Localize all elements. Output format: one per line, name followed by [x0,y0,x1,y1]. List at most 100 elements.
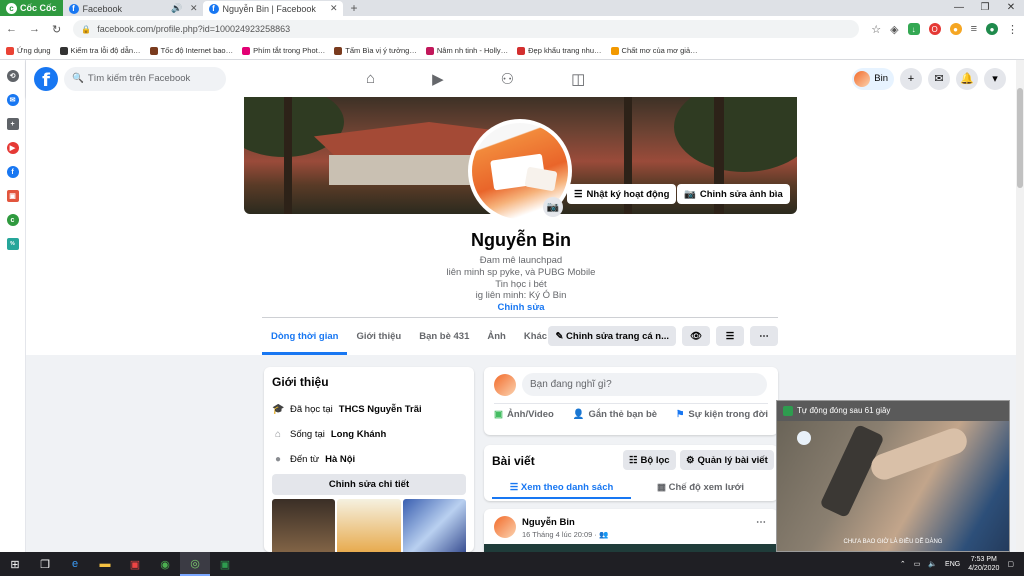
coccoc-menu-button[interactable]: c Cốc Cốc [0,0,63,16]
facebook-icon[interactable]: f [6,166,19,178]
profile-tabs: Dòng thời gian Giới thiệu Bạn bè 431 Ảnh… [262,319,778,355]
close-tab-icon[interactable]: ✕ [190,3,198,14]
shop-icon[interactable]: ▣ [6,190,19,202]
notifications-icon[interactable]: 🔔 [956,67,978,90]
list-view-tab[interactable]: ☰ Xem theo danh sách [492,477,631,499]
coccoc-ext-icon[interactable]: ● [949,23,962,35]
update-photo-camera-icon[interactable]: 📷 [543,197,563,217]
app-icon[interactable]: ▣ [120,552,150,576]
chevron-up-icon[interactable]: ⌃ [900,560,906,568]
page-scrollbar[interactable] [1016,60,1024,552]
tab-facebook[interactable]: f Facebook 🔊 ✕ [63,1,203,16]
opera-ext-icon[interactable]: O [928,23,941,35]
forward-icon[interactable]: → [29,23,40,35]
groups-icon[interactable]: ⚇ [501,70,514,88]
messenger-icon[interactable]: ✉ [928,67,950,90]
tab-friends[interactable]: Bạn bè 431 [410,319,478,355]
download-ext-icon[interactable]: ↓ [907,23,920,35]
popup-title-bar[interactable]: Tự động đóng sau 61 giây [777,401,1009,421]
bookmark-item[interactable]: Chất mơ của mơ giả… [610,46,698,55]
video-popup[interactable]: Tự động đóng sau 61 giây CHƯA BAO GIỜ LÀ… [776,400,1010,552]
more-options-button[interactable]: ⋯ [750,326,778,346]
profile-shortcut[interactable]: Bin [852,67,894,90]
scrollbar-thumb[interactable] [1017,88,1023,188]
windows-start-icon[interactable]: ⊞ [0,552,30,576]
search-input[interactable]: 🔍 Tìm kiếm trên Facebook [64,66,226,91]
post-options-icon[interactable]: ⋯ [756,517,766,528]
history-icon[interactable]: ⟲ [6,70,19,82]
manage-posts-button[interactable]: ⚙ Quản lý bài viết [680,450,774,470]
discount-icon[interactable]: % [6,238,19,250]
post-date[interactable]: 16 Tháng 4 lúc 20:09 · 👥 [522,530,608,539]
network-icon[interactable]: ▭ [914,560,921,568]
edit-details-button[interactable]: Chỉnh sửa chi tiết [272,474,466,495]
minimize-icon[interactable]: — [946,0,972,16]
post-author[interactable]: Nguyễn Bin [522,517,575,528]
tab-photos[interactable]: Ảnh [478,319,514,355]
tag-friends-button[interactable]: 👤 Gắn thẻ bạn bè [573,409,657,420]
account-menu-icon[interactable]: ▾ [984,67,1006,90]
featured-photo[interactable] [272,499,336,552]
youtube-icon[interactable]: ▶ [6,142,19,154]
shield-icon[interactable]: ◈ [890,23,898,36]
restore-icon[interactable]: ❐ [972,0,998,16]
url-field[interactable]: 🔒 facebook.com/profile.php?id=1000249232… [73,20,860,38]
activity-log-button[interactable]: ☰ Nhật ký hoạt động [567,184,677,204]
edit-cover-button[interactable]: 📷 Chỉnh sửa ảnh bìa [677,184,790,204]
home-icon[interactable]: ⌂ [366,70,375,88]
close-tab-icon[interactable]: ✕ [330,3,338,14]
video-frame[interactable]: CHƯA BAO GIỜ LÀ ĐIỀU DỄ DÀNG [777,421,1009,551]
bookmark-item[interactable]: Phím tắt trong Phot… [242,46,325,55]
edit-bio-link[interactable]: Chỉnh sửa [26,302,1016,313]
watch-icon[interactable]: ▶ [432,70,444,88]
coccoc-taskbar-icon[interactable]: ◎ [180,552,210,576]
bookmark-item[interactable]: Nâm nh tinh - Holly… [425,46,508,55]
bookmark-item[interactable]: Tấm Bìa vị ý tưởng… [334,46,417,55]
grid-view-tab[interactable]: ▦ Chế độ xem lưới [631,477,770,499]
chrome-icon[interactable]: ◉ [150,552,180,576]
green-app-icon[interactable]: ▣ [210,552,240,576]
volume-icon[interactable]: 🔈 [928,560,937,568]
facebook-logo-icon[interactable]: f [34,66,58,91]
life-event-button[interactable]: ⚑ Sự kiện trong đời [676,409,768,420]
view-as-button[interactable]: 👁 [682,326,710,346]
main-nav: ⌂ ▶ ⚇ ◫ [366,70,585,88]
task-view-icon[interactable]: ❐ [30,552,60,576]
profile-icon[interactable]: ● [986,23,998,35]
filter-button[interactable]: ☷ Bộ lọc [623,450,676,470]
close-window-icon[interactable]: ✕ [998,0,1024,16]
edge-icon[interactable]: e [60,552,90,576]
friends-icon: 👥 [599,530,609,539]
clock[interactable]: 7:53 PM 4/20/2020 [968,555,999,573]
bookmark-item[interactable]: Đẹp khẩu trang nhu… [517,46,602,55]
file-explorer-icon[interactable]: ▬ [90,552,120,576]
menu-icon[interactable]: ⋮ [1007,23,1018,36]
featured-photo[interactable] [402,499,466,552]
avatar[interactable] [494,516,516,538]
new-tab-button[interactable]: + [343,1,366,16]
back-icon[interactable]: ← [6,23,17,35]
bookmark-item[interactable]: Ứng dụng [6,46,51,55]
bookmark-item[interactable]: Tốc độ Internet bao… [149,46,233,55]
featured-photo[interactable] [337,499,401,552]
notification-center-icon[interactable]: ▢ [1007,560,1014,568]
photo-video-button[interactable]: ▣ Ảnh/Video [494,409,554,420]
star-icon[interactable]: ☆ [871,23,881,36]
language-indicator[interactable]: ENG [945,561,960,568]
tab-profile[interactable]: f Nguyễn Bin | Facebook ✕ [202,1,343,16]
tab-timeline[interactable]: Dòng thời gian [262,319,348,355]
bookmark-item[interactable]: Kiếm tra lỗi độ dẫn… [59,46,141,55]
composer-input[interactable]: Bạn đang nghĩ gì? [522,373,767,396]
add-icon[interactable]: + [6,118,19,130]
edit-profile-button[interactable]: ✎ Chỉnh sửa trang cá n... [548,326,676,346]
gaming-icon[interactable]: ◫ [571,70,585,88]
reading-list-icon[interactable]: ≡ [971,23,977,35]
post-image[interactable] [484,544,778,552]
tab-about[interactable]: Giới thiệu [347,319,410,355]
reload-icon[interactable]: ↻ [52,23,61,36]
activity-list-button[interactable]: ☰ [716,326,744,346]
coccoc-icon[interactable]: c [6,214,19,226]
messenger-icon[interactable]: ✉ [6,94,19,106]
create-icon[interactable]: + [900,67,922,90]
speaker-icon[interactable]: 🔊 [171,3,182,14]
